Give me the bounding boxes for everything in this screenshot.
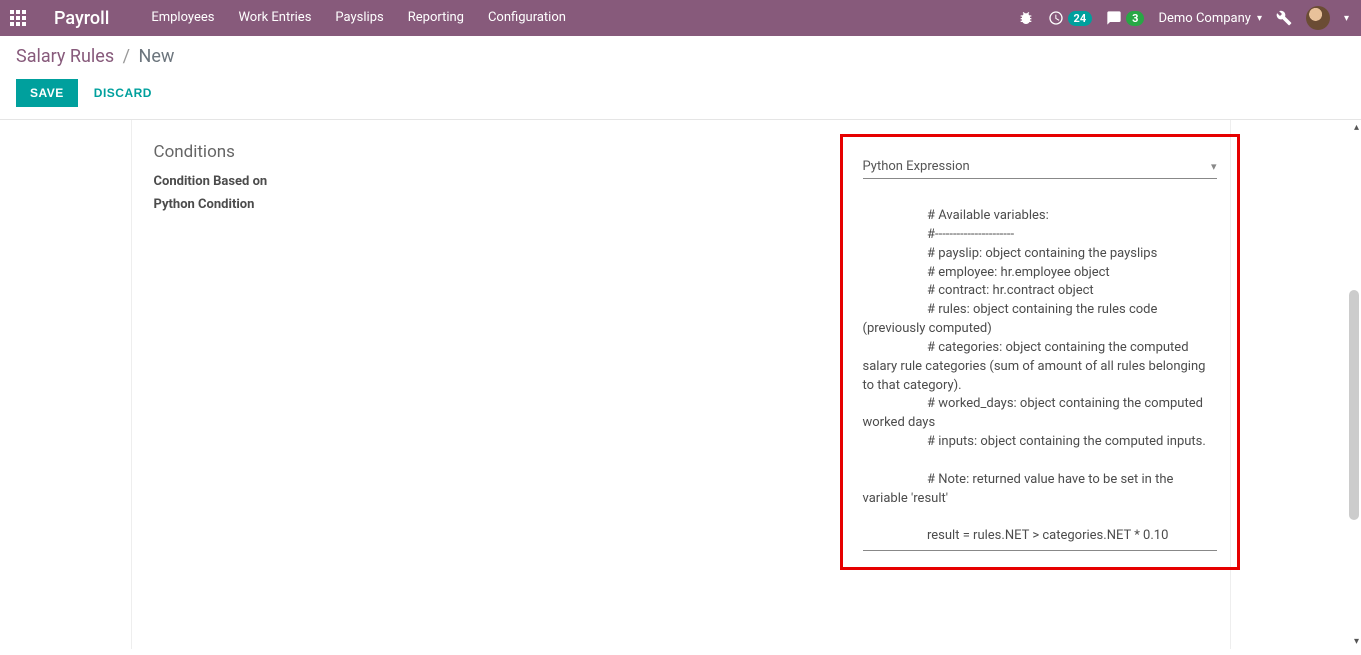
tools-icon[interactable] xyxy=(1276,10,1292,26)
subheader: Salary Rules / New xyxy=(0,36,1361,73)
scroll-down-arrow-icon[interactable]: ▾ xyxy=(1354,636,1359,647)
highlight-annotation: Python Expression ▾ # Available variable… xyxy=(840,134,1240,570)
app-title: Payroll xyxy=(36,8,139,29)
conditions-section: Conditions Condition Based on Python Con… xyxy=(154,138,1208,216)
nav-configuration[interactable]: Configuration xyxy=(476,0,578,36)
caret-down-icon: ▾ xyxy=(1257,13,1262,24)
form-sheet: Conditions Condition Based on Python Con… xyxy=(131,120,1231,649)
breadcrumb-separator: / xyxy=(119,46,134,67)
chat-badge: 3 xyxy=(1126,11,1144,26)
content-scroll[interactable]: ▴ ▾ Conditions Condition Based on Python… xyxy=(0,120,1361,649)
topbar-right: 24 3 Demo Company ▾ ▾ xyxy=(1018,6,1361,30)
python-condition-label: Python Condition xyxy=(154,193,494,212)
scrollbar-thumb[interactable] xyxy=(1349,290,1359,520)
scroll-up-arrow-icon[interactable]: ▴ xyxy=(1354,122,1359,133)
breadcrumb-current: New xyxy=(139,46,175,67)
topbar: Payroll Employees Work Entries Payslips … xyxy=(0,0,1361,36)
condition-based-on-label: Condition Based on xyxy=(154,170,494,189)
nav-reporting[interactable]: Reporting xyxy=(396,0,476,36)
save-button[interactable]: SAVE xyxy=(16,79,78,107)
user-avatar[interactable] xyxy=(1306,6,1330,30)
bug-icon[interactable] xyxy=(1018,10,1034,26)
condition-based-on-select[interactable]: Python Expression ▾ xyxy=(863,155,1217,179)
chevron-down-icon: ▾ xyxy=(1211,160,1217,173)
python-condition-textarea[interactable]: # Available variables: #----------------… xyxy=(863,197,1217,551)
breadcrumb: Salary Rules / New xyxy=(16,46,174,67)
company-selector[interactable]: Demo Company ▾ xyxy=(1158,11,1261,26)
chat-icon[interactable]: 3 xyxy=(1106,10,1144,26)
nav-menu: Employees Work Entries Payslips Reportin… xyxy=(139,0,578,36)
apps-launcher-icon[interactable] xyxy=(0,0,36,36)
topbar-left: Payroll Employees Work Entries Payslips … xyxy=(0,0,578,36)
nav-payslips[interactable]: Payslips xyxy=(323,0,395,36)
actionbar: SAVE DISCARD xyxy=(0,73,1361,120)
nav-work-entries[interactable]: Work Entries xyxy=(226,0,323,36)
timer-icon[interactable]: 24 xyxy=(1048,10,1093,26)
condition-based-on-value: Python Expression xyxy=(863,159,970,174)
discard-button[interactable]: DISCARD xyxy=(94,86,152,100)
conditions-title: Conditions xyxy=(154,142,834,162)
company-name: Demo Company xyxy=(1158,11,1250,26)
timer-badge: 24 xyxy=(1068,11,1093,26)
breadcrumb-root[interactable]: Salary Rules xyxy=(16,46,114,67)
nav-employees[interactable]: Employees xyxy=(139,0,226,36)
user-caret-down-icon[interactable]: ▾ xyxy=(1344,13,1349,24)
